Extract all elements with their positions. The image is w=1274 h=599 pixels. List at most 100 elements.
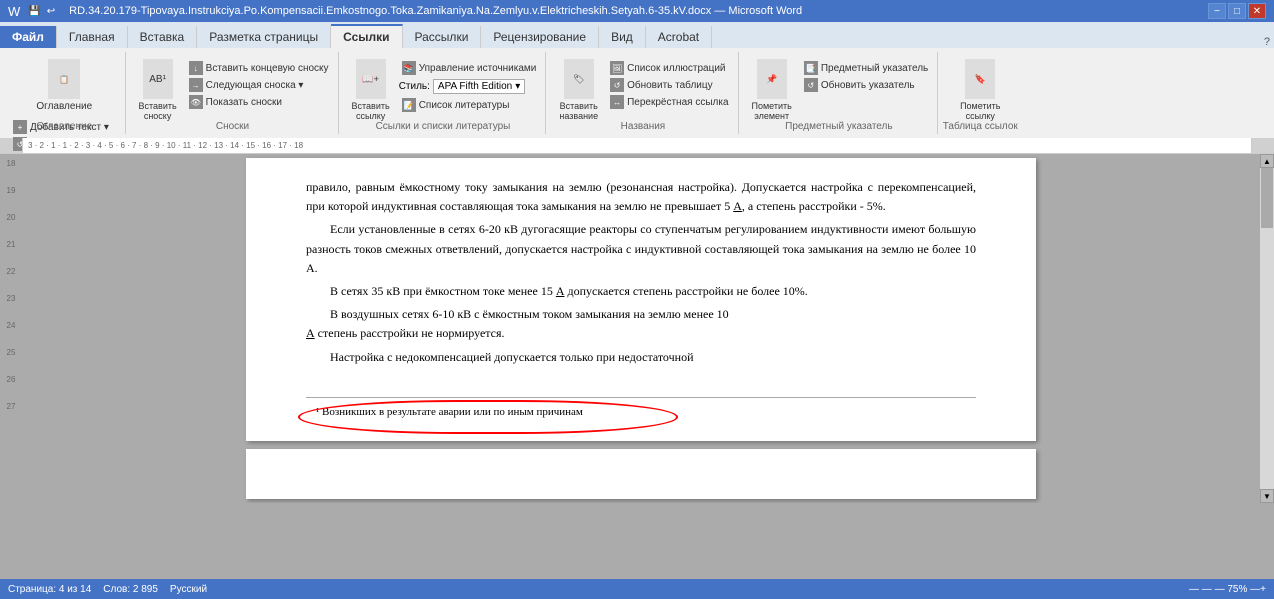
btn-insert-footnote-label: Вставитьсноску: [139, 101, 177, 121]
tab-file[interactable]: Файл: [0, 26, 57, 48]
margin-num-27: 27: [7, 402, 16, 411]
tab-home[interactable]: Главная: [57, 26, 128, 48]
ruler-side-right: [1252, 138, 1274, 153]
style-dropdown-arrow: ▾: [515, 81, 520, 92]
btn-mark-citation-label: Пометитьссылку: [960, 101, 1000, 121]
illus-list-icon: 🖼: [610, 61, 624, 75]
btn-index[interactable]: 📑 Предметный указатель: [801, 60, 931, 76]
tab-mailings[interactable]: Рассылки: [403, 26, 482, 48]
margin-num-22: 22: [7, 267, 16, 276]
margin-num-25: 25: [7, 348, 16, 357]
group-table-refs-label: Таблица ссылок: [940, 121, 1020, 132]
document-page-2: [246, 449, 1036, 499]
btn-show-footnotes[interactable]: 👁 Показать сноски: [186, 94, 332, 110]
close-button[interactable]: ✕: [1248, 3, 1266, 19]
margin-num-18: 18: [7, 159, 16, 168]
scrollbar-down-btn[interactable]: ▼: [1260, 489, 1274, 503]
btn-oglav-label: Оглавление: [36, 101, 92, 112]
status-words: Слов: 2 895: [103, 584, 158, 595]
btn-illus-list-label: Список иллюстраций: [627, 63, 725, 74]
btn-update-table-names[interactable]: ↺ Обновить таблицу: [607, 77, 731, 93]
tab-layout[interactable]: Разметка страницы: [197, 26, 331, 48]
group-refs-label: Ссылки и списки литературы: [341, 121, 546, 132]
index-icon: 📑: [804, 61, 818, 75]
scroll-view[interactable]: правило, равным ёмкостному току замыкани…: [22, 154, 1260, 503]
ribbon-help[interactable]: ?: [1264, 36, 1274, 48]
status-zoom: — — — 75% —+: [1189, 584, 1266, 595]
btn-index-label: Предметный указатель: [821, 63, 928, 74]
style-dropdown[interactable]: APA Fifth Edition ▾: [433, 79, 525, 94]
scrollbar-track[interactable]: [1260, 168, 1274, 489]
right-scrollbar[interactable]: ▲ ▼: [1260, 154, 1274, 503]
scrollbar-up-btn[interactable]: ▲: [1260, 154, 1274, 168]
ruler-main: 3 · 2 · 1 · 1 · 2 · 3 · 4 · 5 · 6 · 7 · …: [22, 138, 1252, 153]
para-1: правило, равным ёмкостному току замыкани…: [306, 178, 976, 216]
status-page: Страница: 4 из 14: [8, 584, 91, 595]
title-bar: W 💾 ↩ RD.34.20.179-Tipovaya.Instrukciya.…: [0, 0, 1274, 22]
underline-3: А: [306, 326, 315, 340]
title-bar-left: W 💾 ↩ RD.34.20.179-Tipovaya.Instrukciya.…: [8, 4, 802, 19]
margin-num-24: 24: [7, 321, 16, 330]
btn-illus-list[interactable]: 🖼 Список иллюстраций: [607, 60, 731, 76]
btn-manage-sources[interactable]: 📚 Управление источниками: [399, 60, 540, 76]
btn-insert-endnote[interactable]: ↓ Вставить концевую сноску: [186, 60, 332, 76]
document-area: 18 19 20 21 22 23 24 25 26 27 правило, р…: [0, 154, 1274, 503]
btn-mark-entry-label: Пометитьэлемент: [752, 101, 792, 121]
style-selector-row: Стиль: APA Fifth Edition ▾: [399, 79, 540, 94]
btn-bibliography[interactable]: 📝 Список литературы: [399, 97, 540, 113]
margin-num-20: 20: [7, 213, 16, 222]
insert-footnote-icon: AB¹: [143, 59, 173, 99]
ruler: 3 · 2 · 1 · 1 · 2 · 3 · 4 · 5 · 6 · 7 · …: [0, 138, 1274, 154]
btn-oglav[interactable]: 📋 Оглавление: [31, 56, 97, 115]
btn-update-table-names-label: Обновить таблицу: [627, 80, 713, 91]
btn-mark-citation[interactable]: 🔖 Пометитьссылку: [955, 56, 1005, 124]
btn-mark-entry[interactable]: 📌 Пометитьэлемент: [747, 56, 797, 124]
style-label: Стиль:: [399, 81, 430, 92]
quick-access-save[interactable]: 💾: [28, 6, 40, 17]
btn-insert-citation[interactable]: 📖+ Вставитьссылку: [347, 56, 395, 124]
para-4: В воздушных сетях 6-10 кВ с ёмкостным то…: [306, 305, 976, 343]
btn-insert-citation-label: Вставитьссылку: [352, 101, 390, 121]
margin-num-23: 23: [7, 294, 16, 303]
status-bar: Страница: 4 из 14 Слов: 2 895 Русский — …: [0, 579, 1274, 599]
group-oglav: 📋 Оглавление + Добавить текст ▾ ↺ Обнови…: [4, 52, 126, 134]
insert-caption-icon: 🏷: [564, 59, 594, 99]
status-lang: Русский: [170, 584, 207, 595]
style-dropdown-value: APA Fifth Edition: [438, 81, 512, 92]
update-index-icon: ↺: [804, 78, 818, 92]
content-wrapper: правило, равным ёмкостному току замыкани…: [22, 154, 1260, 503]
tab-insert[interactable]: Вставка: [128, 26, 198, 48]
btn-update-index[interactable]: ↺ Обновить указатель: [801, 77, 931, 93]
btn-show-footnotes-label: Показать сноски: [206, 97, 282, 108]
margin-num-19: 19: [7, 186, 16, 195]
btn-manage-sources-label: Управление источниками: [419, 63, 537, 74]
tab-review[interactable]: Рецензирование: [481, 26, 599, 48]
underline-2: А: [556, 284, 565, 298]
btn-insert-endnote-label: Вставить концевую сноску: [206, 63, 329, 74]
btn-insert-caption-label: Вставитьназвание: [559, 101, 598, 121]
btn-insert-footnote[interactable]: AB¹ Вставитьсноску: [134, 56, 182, 124]
btn-insert-caption[interactable]: 🏷 Вставитьназвание: [554, 56, 603, 124]
tab-references[interactable]: Ссылки: [331, 24, 402, 48]
btn-next-footnote[interactable]: → Следующая сноска ▾: [186, 77, 332, 93]
scrollbar-thumb[interactable]: [1261, 168, 1273, 228]
para-2: Если установленные в сетях 6-20 кВ дугог…: [306, 220, 976, 278]
group-snoski: AB¹ Вставитьсноску ↓ Вставить концевую с…: [128, 52, 339, 134]
document-page-1[interactable]: правило, равным ёмкостному току замыкани…: [246, 158, 1036, 441]
margin-num-26: 26: [7, 375, 16, 384]
underline-1: А: [733, 199, 742, 213]
maximize-button[interactable]: □: [1228, 3, 1246, 19]
quick-access-undo[interactable]: ↩: [47, 6, 55, 17]
bibliography-icon: 📝: [402, 98, 416, 112]
ribbon-content: 📋 Оглавление + Добавить текст ▾ ↺ Обнови…: [0, 48, 1274, 138]
group-index-label: Предметный указатель: [741, 121, 938, 132]
tab-view[interactable]: Вид: [599, 26, 646, 48]
btn-cross-ref[interactable]: ↔ Перекрёстная ссылка: [607, 94, 731, 110]
oglav-icon: 📋: [48, 59, 80, 99]
show-footnotes-icon: 👁: [189, 95, 203, 109]
title-bar-controls: − □ ✕: [1208, 3, 1266, 19]
insert-citation-icon: 📖+: [356, 59, 386, 99]
margin-num-21: 21: [7, 240, 16, 249]
minimize-button[interactable]: −: [1208, 3, 1226, 19]
tab-acrobat[interactable]: Acrobat: [646, 26, 712, 48]
